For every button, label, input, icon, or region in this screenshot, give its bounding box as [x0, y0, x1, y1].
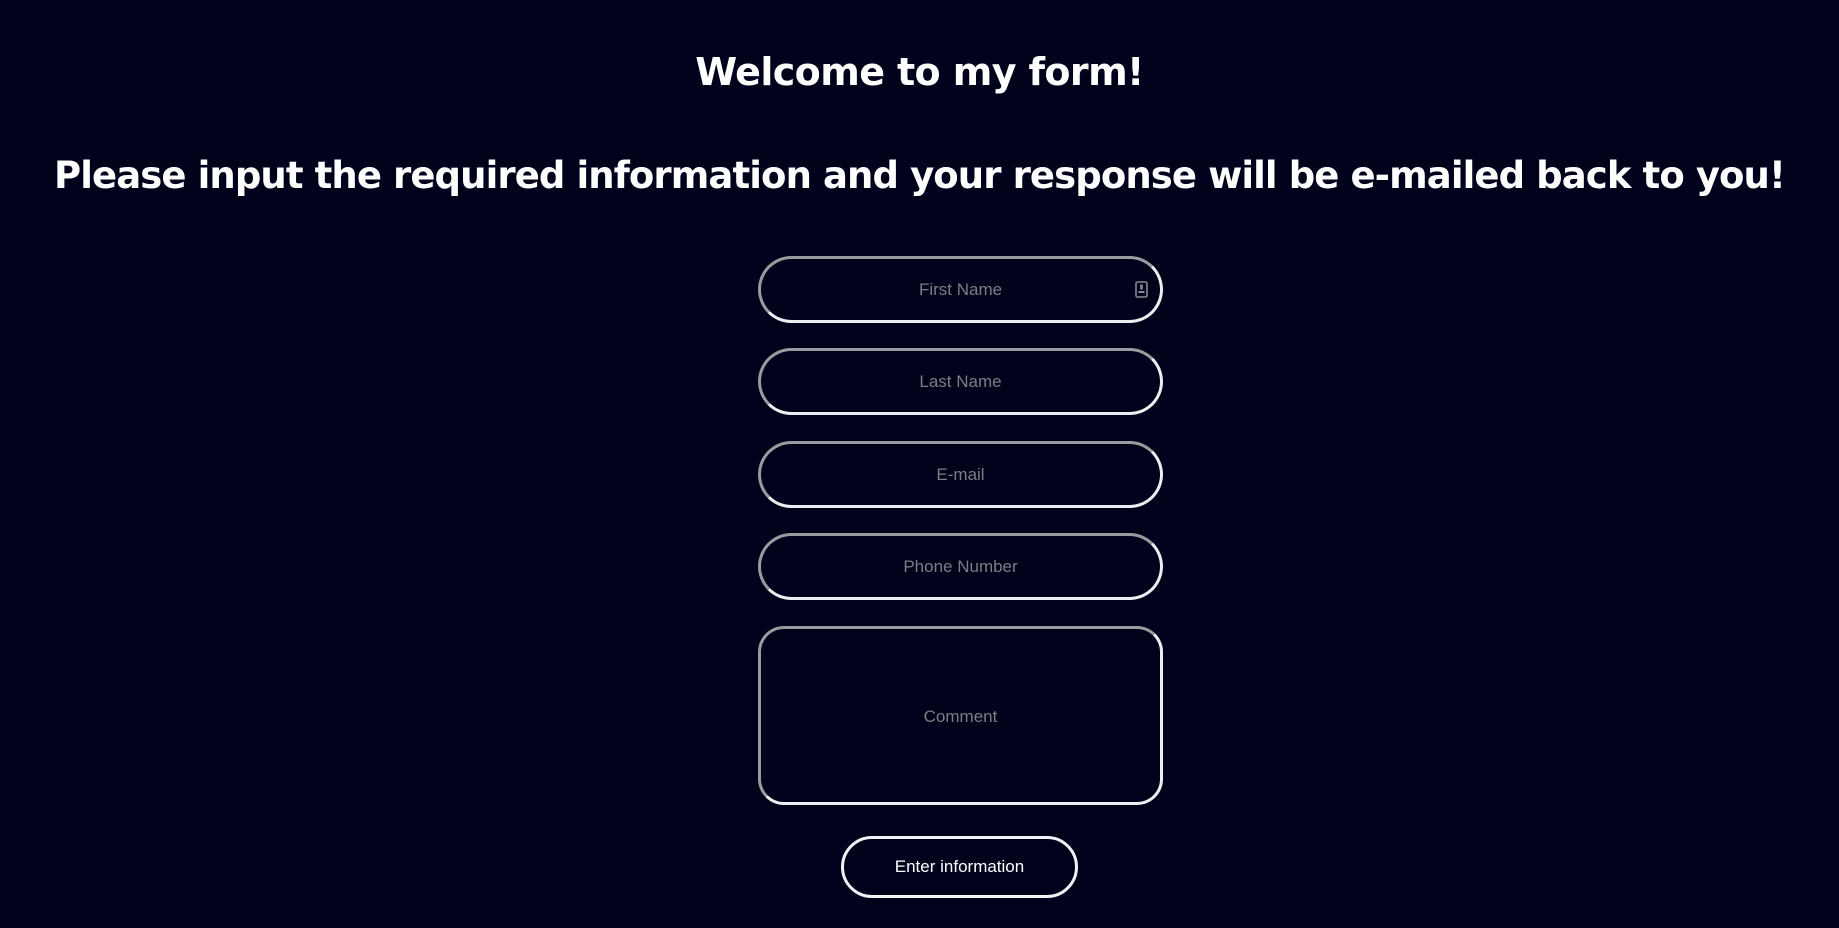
last-name-input[interactable]: [758, 348, 1163, 415]
enter-information-button[interactable]: Enter information: [841, 836, 1078, 898]
page-title: Welcome to my form!: [695, 50, 1144, 94]
comment-textarea[interactable]: [758, 626, 1163, 805]
page-subtitle: Please input the required information an…: [54, 154, 1786, 197]
first-name-input[interactable]: [758, 256, 1163, 323]
form-page: Welcome to my form! Please input the req…: [0, 0, 1839, 928]
contact-card-icon[interactable]: [1135, 281, 1148, 298]
phone-number-input[interactable]: [758, 533, 1163, 600]
email-input[interactable]: [758, 441, 1163, 508]
